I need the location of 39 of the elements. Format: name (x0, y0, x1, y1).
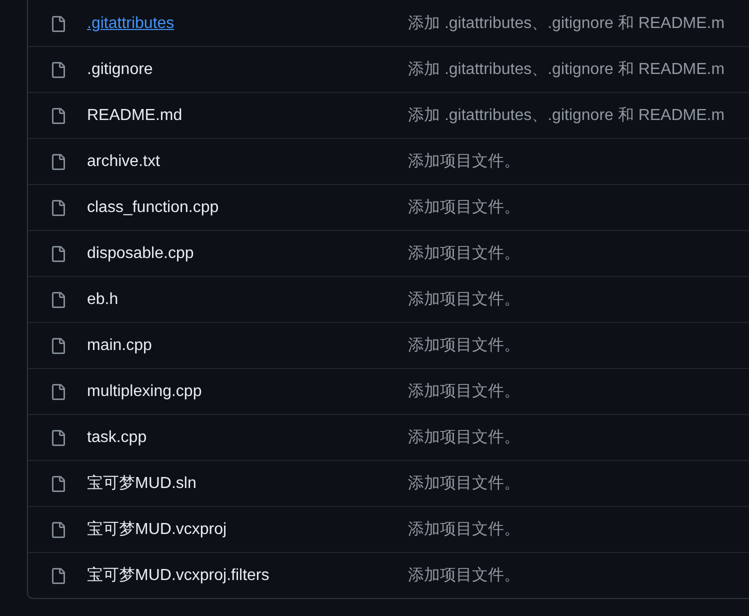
file-link[interactable]: 宝可梦MUD.sln (87, 473, 408, 494)
file-link[interactable]: task.cpp (87, 428, 408, 446)
file-icon (50, 246, 66, 262)
file-icon (50, 476, 66, 492)
file-link[interactable]: .gitattributes (87, 14, 408, 32)
file-icon (50, 338, 66, 354)
file-icon (50, 292, 66, 308)
commit-message-link[interactable]: 添加项目文件。 (408, 197, 520, 218)
commit-message-link[interactable]: 添加项目文件。 (408, 151, 520, 172)
file-icon (50, 154, 66, 170)
commit-message-link[interactable]: 添加项目文件。 (408, 243, 520, 264)
commit-message-link[interactable]: 添加项目文件。 (408, 473, 520, 494)
commit-message-link[interactable]: 添加项目文件。 (408, 427, 520, 448)
file-icon (50, 200, 66, 216)
file-link[interactable]: README.md (87, 106, 408, 124)
file-link[interactable]: multiplexing.cpp (87, 382, 408, 400)
file-icon (50, 108, 66, 124)
commit-message-link[interactable]: 添加项目文件。 (408, 289, 520, 310)
file-link[interactable]: main.cpp (87, 336, 408, 354)
file-link[interactable]: archive.txt (87, 152, 408, 170)
commit-message-link[interactable]: 添加 .gitattributes、.gitignore 和 README.m (408, 105, 725, 126)
file-icon (50, 16, 66, 32)
file-link[interactable]: class_function.cpp (87, 198, 408, 216)
file-link[interactable]: 宝可梦MUD.vcxproj (87, 519, 408, 540)
commit-message-link[interactable]: 添加 .gitattributes、.gitignore 和 README.m (408, 59, 725, 80)
file-link[interactable]: .gitignore (87, 60, 408, 78)
file-icon (50, 522, 66, 538)
file-icon (50, 568, 66, 584)
commit-message-link[interactable]: 添加项目文件。 (408, 335, 520, 356)
commit-message-link[interactable]: 添加 .gitattributes、.gitignore 和 README.m (408, 13, 725, 34)
file-link[interactable]: disposable.cpp (87, 244, 408, 262)
file-icon (50, 62, 66, 78)
file-icon (50, 384, 66, 400)
commit-message-link[interactable]: 添加项目文件。 (408, 381, 520, 402)
file-link[interactable]: 宝可梦MUD.vcxproj.filters (87, 565, 408, 586)
file-link[interactable]: eb.h (87, 290, 408, 308)
commit-message-link[interactable]: 添加项目文件。 (408, 565, 520, 586)
commit-message-link[interactable]: 添加项目文件。 (408, 519, 520, 540)
file-icon (50, 430, 66, 446)
